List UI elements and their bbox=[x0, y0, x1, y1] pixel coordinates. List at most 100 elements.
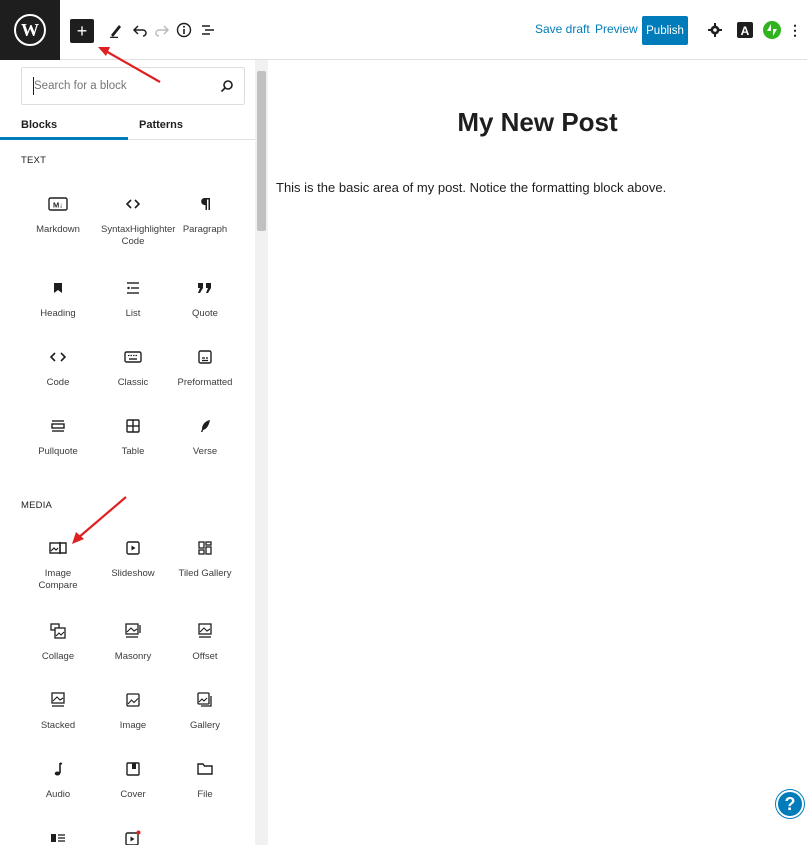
block-image-compare[interactable]: Image Compare bbox=[19, 538, 97, 592]
inserter-scrollbar-thumb[interactable] bbox=[257, 71, 266, 231]
feather-pen-icon bbox=[201, 420, 210, 432]
block-table[interactable]: Table bbox=[94, 416, 172, 458]
gallery-icon bbox=[197, 692, 212, 707]
block-label: Stacked bbox=[40, 720, 76, 731]
post-paragraph[interactable]: This is the basic area of my post. Notic… bbox=[276, 180, 666, 195]
inserter-tabs: Blocks Patterns bbox=[0, 115, 255, 140]
block-heading[interactable]: Heading bbox=[19, 278, 97, 320]
block-label: List bbox=[125, 308, 141, 319]
image-compare-icon bbox=[49, 542, 67, 554]
block-label: Masonry bbox=[114, 651, 152, 662]
folder-icon bbox=[197, 763, 213, 775]
section-title-text: TEXT bbox=[21, 155, 47, 166]
list-view-button[interactable] bbox=[196, 18, 220, 42]
block-code[interactable]: Code bbox=[19, 347, 97, 389]
block-label: Cover bbox=[120, 789, 146, 800]
block-label: File bbox=[197, 789, 213, 800]
block-label: Audio bbox=[45, 789, 71, 800]
publish-button[interactable]: Publish bbox=[642, 16, 688, 45]
settings-button[interactable] bbox=[703, 18, 727, 42]
code-icon bbox=[50, 352, 66, 362]
block-video[interactable] bbox=[94, 828, 172, 845]
slideshow-icon bbox=[126, 541, 140, 555]
block-collage[interactable]: Collage bbox=[19, 621, 97, 663]
cover-icon bbox=[126, 762, 140, 776]
block-media-text[interactable] bbox=[19, 828, 97, 845]
block-syntaxhighlighter-code[interactable]: SyntaxHighlighter Code bbox=[94, 194, 176, 248]
pullquote-icon bbox=[51, 420, 65, 432]
block-search-input[interactable]: Search for a block bbox=[21, 67, 245, 105]
block-label: Heading bbox=[40, 308, 76, 319]
redo-button[interactable] bbox=[150, 18, 174, 42]
jetpack-button[interactable] bbox=[760, 18, 784, 42]
details-button[interactable] bbox=[172, 18, 196, 42]
redo-icon bbox=[155, 25, 170, 37]
tab-patterns[interactable]: Patterns bbox=[139, 119, 183, 131]
block-preformatted[interactable]: Preformatted bbox=[166, 347, 244, 389]
block-label: Verse bbox=[192, 446, 218, 457]
add-block-button[interactable]: + bbox=[70, 19, 94, 43]
code-brackets-icon bbox=[125, 199, 141, 209]
stacked-icon bbox=[51, 692, 65, 707]
active-tab-indicator bbox=[0, 137, 128, 140]
block-image[interactable]: Image bbox=[94, 690, 172, 732]
letter-a-icon: A bbox=[737, 22, 753, 38]
block-verse[interactable]: Verse bbox=[166, 416, 244, 458]
wordpress-logo-button[interactable]: W bbox=[0, 0, 60, 60]
block-label: Tiled Gallery bbox=[178, 568, 232, 579]
block-inserter-panel: Search for a block Blocks Patterns TEXT … bbox=[0, 60, 268, 845]
undo-icon bbox=[132, 25, 147, 37]
block-paragraph[interactable]: Paragraph bbox=[166, 194, 244, 236]
bookmark-icon bbox=[54, 283, 62, 293]
block-stacked[interactable]: Stacked bbox=[19, 690, 97, 732]
block-list[interactable]: List bbox=[94, 278, 172, 320]
block-file[interactable]: File bbox=[166, 759, 244, 801]
wordpress-logo-icon: W bbox=[14, 14, 46, 46]
options-menu-button[interactable]: ⋮ bbox=[788, 18, 802, 42]
preformatted-icon bbox=[198, 350, 212, 364]
image-icon bbox=[126, 693, 140, 707]
block-label: Classic bbox=[117, 377, 149, 388]
gear-icon bbox=[708, 23, 722, 37]
tab-blocks[interactable]: Blocks bbox=[21, 119, 57, 131]
jetpack-icon bbox=[763, 21, 781, 39]
paragraph-icon bbox=[201, 198, 210, 210]
tools-button[interactable] bbox=[104, 18, 128, 42]
block-audio[interactable]: Audio bbox=[19, 759, 97, 801]
block-markdown[interactable]: M↓ Markdown bbox=[19, 194, 97, 236]
editor-canvas: My New Post This is the basic area of my… bbox=[268, 60, 807, 845]
quote-icon bbox=[198, 283, 211, 293]
undo-button[interactable] bbox=[128, 18, 152, 42]
block-quote[interactable]: Quote bbox=[166, 278, 244, 320]
block-tiled-gallery[interactable]: Tiled Gallery bbox=[166, 538, 244, 580]
block-masonry[interactable]: Masonry bbox=[94, 621, 172, 663]
block-offset[interactable]: Offset bbox=[166, 621, 244, 663]
markdown-icon: M↓ bbox=[48, 197, 68, 211]
svg-text:A: A bbox=[741, 24, 750, 38]
block-cover[interactable]: Cover bbox=[94, 759, 172, 801]
pencil-icon bbox=[110, 25, 121, 38]
amp-button[interactable]: A bbox=[733, 18, 757, 42]
video-icon bbox=[125, 830, 141, 845]
search-placeholder: Search for a block bbox=[34, 80, 127, 92]
preview-button[interactable]: Preview bbox=[595, 22, 638, 36]
help-button[interactable]: ? bbox=[776, 790, 804, 818]
block-classic[interactable]: Classic bbox=[94, 347, 172, 389]
svg-text:M↓: M↓ bbox=[53, 201, 63, 210]
editor-top-bar: W + Save draft Preview Publish A ⋮ bbox=[0, 0, 807, 60]
block-label: Offset bbox=[192, 651, 218, 662]
save-draft-button[interactable]: Save draft bbox=[535, 22, 590, 36]
section-title-media: MEDIA bbox=[21, 500, 53, 511]
svg-text:W: W bbox=[21, 20, 39, 40]
block-pullquote[interactable]: Pullquote bbox=[19, 416, 97, 458]
block-gallery[interactable]: Gallery bbox=[166, 690, 244, 732]
block-label: Markdown bbox=[36, 224, 80, 235]
list-icon bbox=[127, 282, 139, 294]
block-label: Code bbox=[46, 377, 70, 388]
table-icon bbox=[126, 419, 140, 433]
keyboard-icon bbox=[124, 351, 142, 363]
block-label: SyntaxHighlighter Code bbox=[101, 224, 176, 247]
block-slideshow[interactable]: Slideshow bbox=[94, 538, 172, 580]
post-title[interactable]: My New Post bbox=[268, 107, 807, 138]
block-label: Paragraph bbox=[182, 224, 228, 235]
